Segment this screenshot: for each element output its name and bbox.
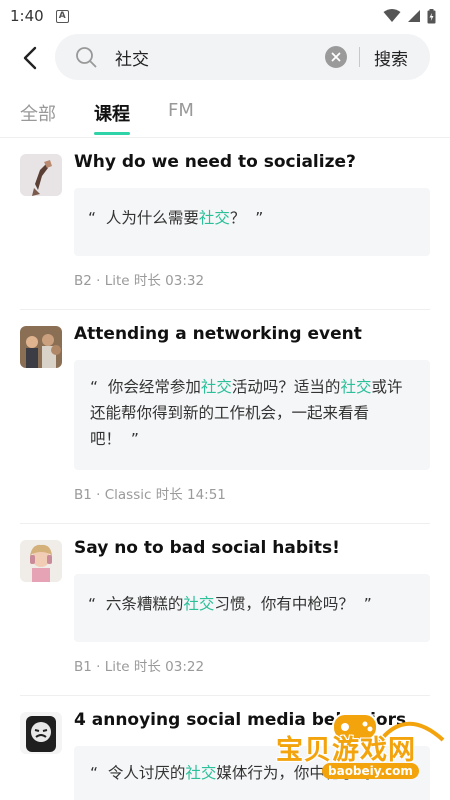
- course-title: Why do we need to socialize?: [74, 152, 356, 172]
- course-thumbnail: [20, 540, 62, 582]
- quote-text: 习惯，你有中枪吗？: [214, 595, 354, 613]
- quote-close: ”: [255, 209, 264, 227]
- quote-open: “: [90, 764, 99, 782]
- quote-highlight: 社交: [185, 764, 217, 782]
- course-quote: “ 你会经常参加社交活动吗？适当的社交或许还能帮你得到新的工作机会，一起来看看吧…: [74, 360, 430, 470]
- status-icons: [383, 8, 436, 24]
- item-divider: [20, 523, 430, 524]
- tab-all[interactable]: 全部: [20, 100, 56, 136]
- status-bar: 1:40 A: [0, 0, 450, 32]
- quote-text: 活动吗？适当的: [231, 378, 341, 396]
- course-quote: “ 六条糟糕的社交习惯，你有中枪吗？ ”: [74, 574, 430, 642]
- battery-icon: [427, 8, 436, 23]
- search-header: 社交 搜索: [0, 34, 450, 82]
- search-button[interactable]: 搜索: [374, 45, 408, 70]
- quote-open: “: [88, 209, 97, 227]
- course-meta: B1 · Classic 时长 14:51: [74, 487, 226, 503]
- wifi-icon: [383, 9, 401, 22]
- course-meta: B1 · Lite 时长 03:22: [74, 659, 205, 675]
- tab-fm[interactable]: FM: [168, 100, 194, 136]
- course-thumbnail: [20, 154, 62, 196]
- tab-divider: [0, 137, 450, 138]
- quote-text: 你会经常参加: [107, 378, 201, 396]
- list-item[interactable]: Say no to bad social habits! “ 六条糟糕的社交习惯…: [0, 538, 450, 675]
- quote-open: “: [88, 595, 97, 613]
- back-button[interactable]: [8, 36, 52, 80]
- notification-a-icon: A: [55, 9, 69, 23]
- course-quote: “ 人为什么需要社交？ ”: [74, 188, 430, 256]
- tab-courses[interactable]: 课程: [94, 100, 130, 136]
- cellular-signal-icon: [408, 10, 420, 22]
- course-meta: B2 · Lite 时长 03:32: [74, 273, 205, 289]
- list-item[interactable]: Why do we need to socialize? “ 人为什么需要社交？…: [0, 152, 450, 289]
- search-icon: [75, 46, 97, 68]
- watermark-url: baobeiy.com: [322, 763, 419, 779]
- quote-close: ”: [363, 595, 372, 613]
- quote-text: ？: [229, 209, 246, 227]
- status-time: 1:40: [10, 7, 44, 25]
- quote-highlight: 社交: [340, 378, 372, 396]
- watermark-text: 宝贝游戏网: [276, 735, 416, 766]
- item-divider: [20, 309, 430, 310]
- quote-highlight: 社交: [198, 209, 230, 227]
- item-divider: [20, 695, 430, 696]
- clear-icon[interactable]: [325, 46, 347, 68]
- chevron-left-icon: [23, 46, 37, 70]
- quote-highlight: 社交: [183, 595, 215, 613]
- course-title: Say no to bad social habits!: [74, 538, 340, 558]
- list-item[interactable]: Attending a networking event “ 你会经常参加社交活…: [0, 324, 450, 503]
- course-title: Attending a networking event: [74, 324, 362, 344]
- quote-text: 六条糟糕的: [105, 595, 184, 613]
- search-divider: [359, 47, 360, 67]
- tab-bar: 全部 课程 FM: [0, 100, 450, 138]
- quote-text: 令人讨厌的: [107, 764, 186, 782]
- search-input[interactable]: 社交: [115, 45, 325, 70]
- quote-text: 人为什么需要: [105, 209, 199, 227]
- search-box[interactable]: 社交 搜索: [55, 34, 430, 80]
- quote-close: ”: [130, 430, 139, 448]
- course-thumbnail: [20, 712, 62, 754]
- course-thumbnail: [20, 326, 62, 368]
- quote-open: “: [90, 378, 99, 396]
- quote-highlight: 社交: [200, 378, 232, 396]
